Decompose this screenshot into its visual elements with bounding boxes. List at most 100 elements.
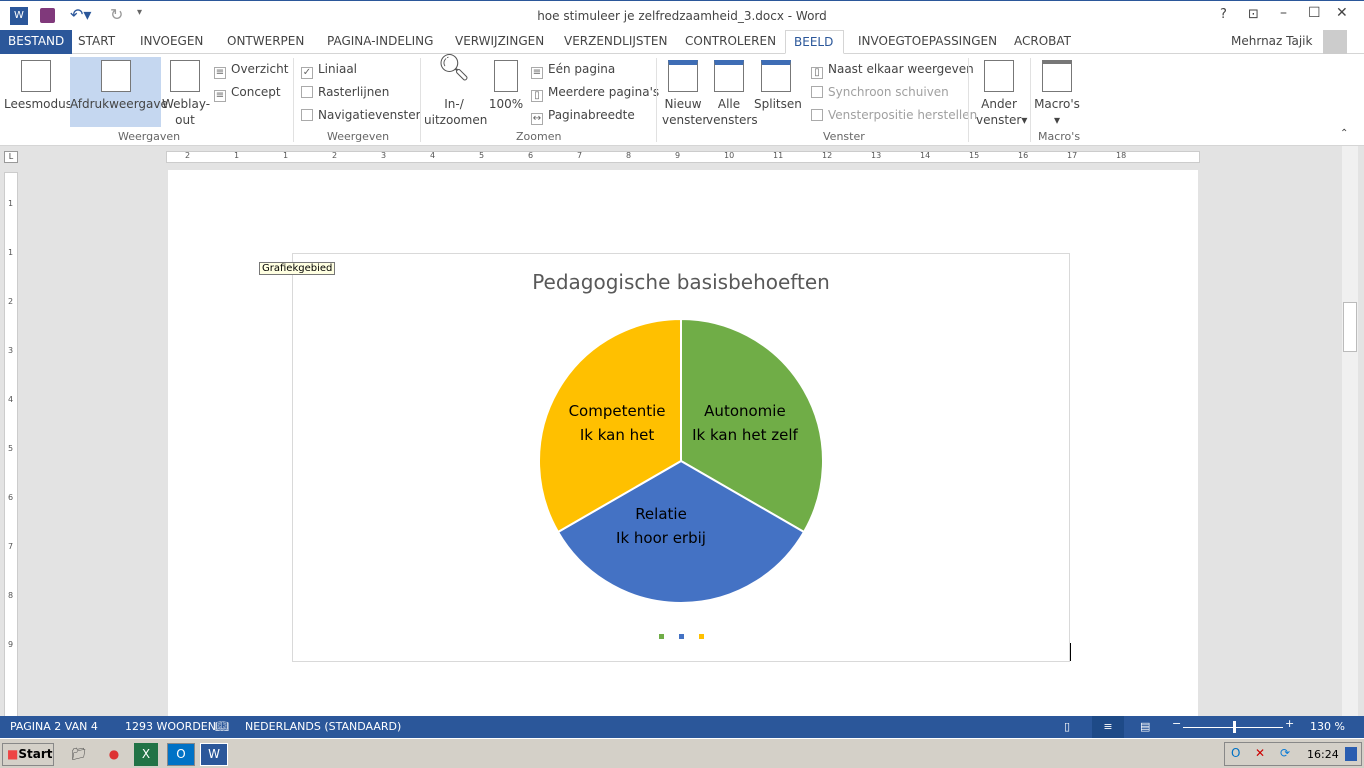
close-button[interactable]: ✕ [1336, 5, 1348, 21]
tab-verzendlijsten[interactable]: VERZENDLIJSTEN [556, 30, 675, 54]
macros-button[interactable]: Macro's ▾ [1034, 60, 1080, 128]
ander-label-1: Ander [981, 97, 1017, 111]
legend-marker[interactable] [659, 634, 664, 639]
ruler-tick-label: 9 [675, 151, 681, 160]
divider [1030, 58, 1031, 142]
web-layout-icon[interactable]: ▤ [1140, 720, 1150, 733]
zoom-slider-thumb[interactable] [1233, 721, 1236, 733]
tab-controleren[interactable]: CONTROLEREN [677, 30, 784, 54]
afdruk-label: Afdrukweergave [70, 97, 168, 111]
ruler-tick-label: 16 [1018, 151, 1029, 160]
outlook-icon[interactable]: O [167, 743, 195, 766]
tab-beeld[interactable]: BEELD [785, 30, 844, 54]
ribbon-options-icon[interactable]: ⊡ [1248, 7, 1259, 22]
synchroon-button[interactable]: Synchroon schuiven [811, 84, 949, 100]
word-count[interactable]: 1293 WOORDEN [125, 720, 216, 733]
draft-icon: ≡ [214, 90, 226, 102]
data-label: Autonomie [704, 402, 786, 420]
paginabreedte-button[interactable]: ↔ Paginabreedte [531, 107, 635, 125]
print-layout-icon[interactable]: ≡ [1092, 716, 1124, 738]
new-window-icon [668, 60, 698, 92]
taskbar: ■Start 📁︎ ● X O W O ✕ ⟳ 16:24 [0, 738, 1364, 768]
pie-chart[interactable]: Pedagogische basisbehoeften Autonomie Ik … [293, 254, 1071, 663]
pdf-tray-icon[interactable]: ✕ [1255, 746, 1265, 760]
chrome-icon[interactable]: ● [99, 743, 129, 766]
concept-button[interactable]: ≡ Concept [214, 84, 281, 102]
checkbox-icon [301, 86, 313, 98]
page-width-icon: ↔ [531, 113, 543, 125]
splitsen-label: Splitsen [754, 97, 802, 111]
naast-elkaar-button[interactable]: ▯ Naast elkaar weergeven [811, 61, 974, 79]
tab-ontwerpen[interactable]: ONTWERPEN [219, 30, 312, 54]
page-count[interactable]: PAGINA 2 VAN 4 [10, 720, 98, 733]
zoom-100-button[interactable]: 100% [488, 60, 524, 112]
ruler-tick-label: 6 [528, 151, 534, 160]
maximize-button[interactable]: ☐ [1308, 5, 1321, 21]
tab-start[interactable]: START [70, 30, 123, 54]
horizontal-ruler[interactable]: 2 1 1 2 3 4 5 6 7 8 9 10 11 12 13 14 15 16 17 18 [166, 151, 1200, 163]
ruler-tick-label: 1 [8, 199, 14, 208]
splitsen-button[interactable]: Splitsen [754, 60, 802, 112]
ruler-tick-label: 1 [283, 151, 289, 160]
leesmodus-button[interactable]: Leesmodus [4, 60, 72, 112]
ander-venster-button[interactable]: Ander venster▾ [976, 60, 1027, 128]
ruler-tick-label: 4 [8, 395, 14, 404]
group-weergaven: Weergaven [118, 130, 181, 143]
ruler-tick-label: 17 [1067, 151, 1078, 160]
overzicht-button[interactable]: ≡ Overzicht [214, 61, 288, 79]
tab-selector[interactable]: L [4, 151, 18, 163]
ruler-tick-label: 3 [381, 151, 387, 160]
weblayout-button[interactable]: Weblay-out [162, 60, 210, 128]
meerdere-paginas-button[interactable]: ▯ Meerdere pagina's [531, 84, 659, 102]
sync-tray-icon[interactable]: ⟳ [1280, 746, 1290, 760]
checkbox-checked-icon: ✓ [301, 67, 313, 79]
read-mode-icon[interactable]: ▯ [1064, 720, 1070, 733]
scrollbar-thumb[interactable] [1343, 302, 1357, 352]
explorer-icon[interactable]: 📁︎ [64, 743, 94, 766]
language[interactable]: NEDERLANDS (STANDAARD) [245, 720, 401, 733]
vensterpositie-button[interactable]: Vensterpositie herstellen [811, 107, 977, 123]
zoom-100-icon [494, 60, 518, 92]
nieuw-venster-button[interactable]: Nieuw venster [662, 60, 707, 128]
zoom-out-button[interactable]: − [1172, 717, 1181, 730]
tab-invoegtoepassingen[interactable]: INVOEGTOEPASSINGEN [850, 30, 1005, 54]
group-zoomen: Zoomen [516, 130, 562, 143]
chart-area[interactable]: Pedagogische basisbehoeften Autonomie Ik … [292, 253, 1070, 662]
macro-icon [1042, 60, 1072, 92]
avatar[interactable] [1323, 30, 1347, 54]
een-pagina-button[interactable]: ≡ Eén pagina [531, 61, 615, 79]
vertical-ruler[interactable]: 1 1 2 3 4 5 6 7 8 9 [4, 172, 18, 717]
proofing-icon[interactable]: 📖︎ [215, 720, 229, 733]
tab-acrobat[interactable]: ACROBAT [1006, 30, 1079, 54]
help-button[interactable]: ? [1220, 7, 1227, 22]
legend-marker[interactable] [699, 634, 704, 639]
afdrukweergave-button[interactable]: Afdrukweergave [70, 57, 168, 127]
liniaal-label: Liniaal [318, 62, 357, 76]
zoom-button[interactable]: 🔍︎ In-/ uitzoomen [424, 55, 487, 128]
book-icon [21, 60, 51, 92]
legend-marker[interactable] [679, 634, 684, 639]
alle-vensters-button[interactable]: Alle vensters [706, 60, 758, 128]
outlook-tray-icon[interactable]: O [1231, 746, 1240, 760]
start-button[interactable]: ■Start [2, 743, 54, 766]
tab-invoegen[interactable]: INVOEGEN [132, 30, 211, 54]
tab-verwijzingen[interactable]: VERWIJZINGEN [447, 30, 552, 54]
zoom-level[interactable]: 130 % [1310, 720, 1345, 733]
zoom-in-button[interactable]: + [1285, 717, 1294, 730]
tab-bestand[interactable]: BESTAND [0, 30, 73, 54]
word-taskbar-icon[interactable]: W [200, 743, 228, 766]
zoom-label-1: In-/ [444, 97, 464, 111]
vertical-scrollbar[interactable] [1342, 146, 1358, 716]
liniaal-checkbox[interactable]: ✓ Liniaal [301, 61, 357, 79]
ruler-tick-label: 18 [1116, 151, 1127, 160]
user-name[interactable]: Mehrnaz Tajik [1231, 34, 1312, 48]
rasterlijnen-checkbox[interactable]: Rasterlijnen [301, 84, 389, 100]
show-desktop-icon[interactable] [1345, 747, 1357, 761]
excel-icon[interactable]: X [134, 743, 158, 766]
collapse-ribbon-icon[interactable]: ⌃ [1340, 128, 1348, 139]
navigatievenster-checkbox[interactable]: Navigatievenster [301, 107, 421, 123]
minimize-button[interactable]: – [1280, 5, 1287, 21]
tab-pagina-indeling[interactable]: PAGINA-INDELING [319, 30, 441, 54]
ruler-tick-label: 2 [185, 151, 191, 160]
system-tray: O ✕ ⟳ 16:24 [1224, 742, 1362, 766]
